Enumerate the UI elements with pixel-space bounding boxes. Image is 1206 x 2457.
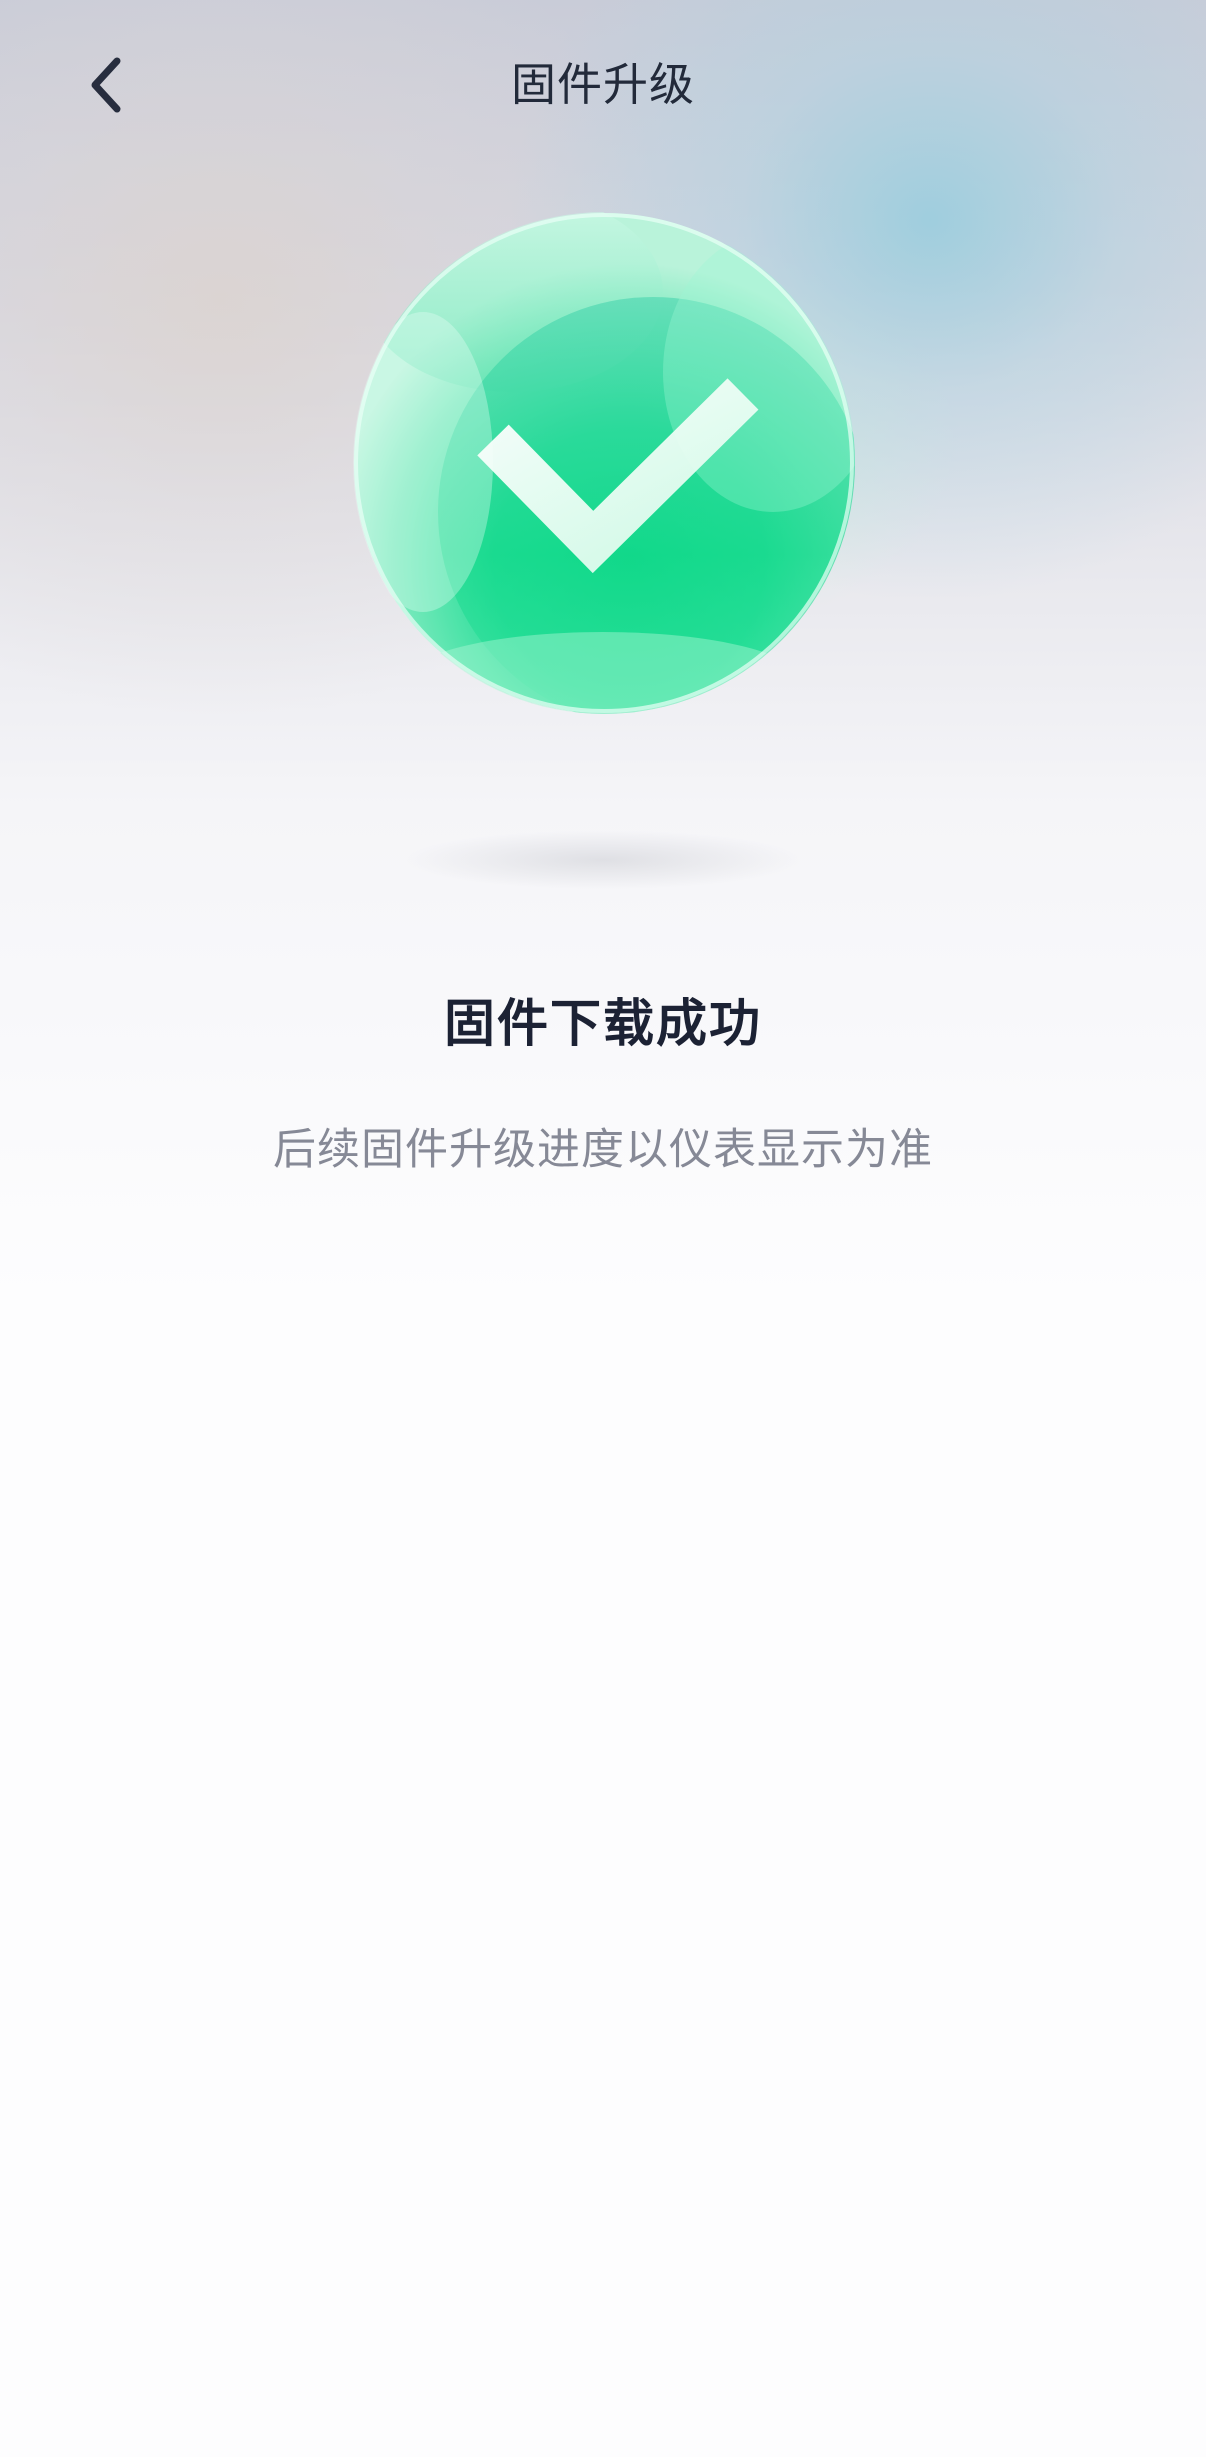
success-icon-shadow	[403, 830, 803, 890]
status-headline: 固件下载成功	[443, 995, 762, 1054]
status-message: 后续固件升级进度以仪表显示为准	[273, 1125, 933, 1175]
success-check-icon	[353, 212, 855, 714]
navigation-bar: 固件升级	[0, 0, 1206, 170]
page-title: 固件升级	[510, 58, 695, 111]
